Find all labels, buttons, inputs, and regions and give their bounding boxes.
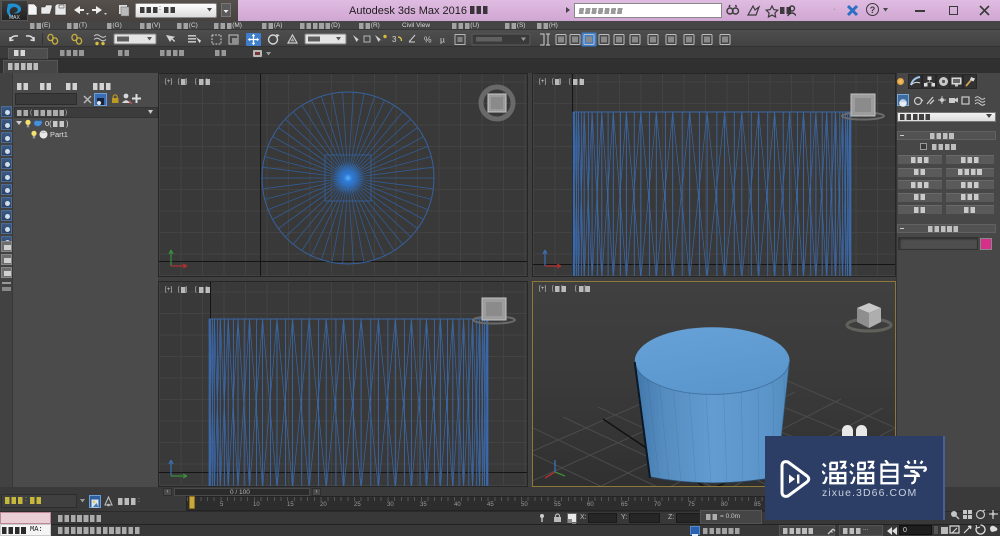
svg-text:µ: µ xyxy=(440,35,445,45)
svg-text:MAX: MAX xyxy=(9,15,21,20)
svg-text:%: % xyxy=(424,35,432,45)
svg-text:3: 3 xyxy=(392,35,397,44)
